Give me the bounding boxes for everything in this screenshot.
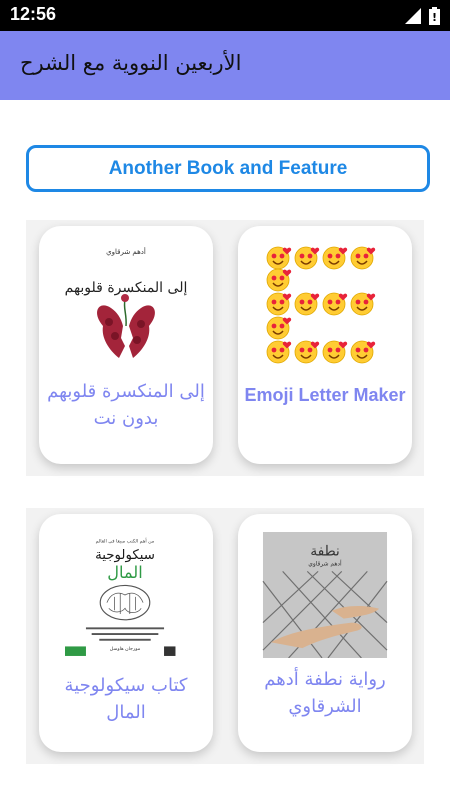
card-title: كتاب سيكولوجية المال	[64, 675, 188, 723]
app-title: الأربعين النووية مع الشرح	[20, 51, 242, 75]
status-bar: 12:56 !	[0, 0, 450, 31]
book-cover-nutfa: نطفة أدهم شرقاوي	[262, 532, 388, 658]
cover-author: مورجان هاوسل	[110, 646, 141, 652]
heart-eyes-emoji	[350, 340, 376, 364]
status-time: 12:56	[10, 4, 57, 24]
cover-author: أدهم شرقاوي	[106, 247, 146, 256]
heart-eyes-emoji	[266, 316, 292, 340]
cover-title: إلى المنكسرة قلوبهم	[65, 280, 188, 296]
cover-title: نطفة	[310, 544, 339, 560]
book-cover-broken-hearts: أدهم شرقاوي إلى المنكسرة قلوبهم	[63, 242, 189, 370]
book-cover-psychology-of-money: من أهم الكتب مبيعا في العالم سيكولوجية ا…	[65, 534, 185, 656]
svg-text:!: !	[432, 11, 437, 24]
card-title: رواية نطفة أدهم الشرقاوي	[264, 669, 386, 717]
heart-eyes-emoji	[322, 340, 348, 364]
heart-eyes-emoji	[266, 268, 292, 292]
card-broken-hearts-book[interactable]: أدهم شرقاوي إلى المنكسرة قلوبهم إلى المن…	[39, 226, 213, 464]
emoji-letter-e-image	[266, 246, 376, 364]
battery-icon: !	[429, 7, 440, 25]
heart-eyes-emoji	[322, 292, 348, 316]
another-book-and-feature-button[interactable]: Another Book and Feature	[26, 145, 430, 192]
card-psychology-of-money[interactable]: من أهم الكتب مبيعا في العالم سيكولوجية ا…	[39, 514, 213, 752]
cover-title-2: المال	[107, 563, 142, 582]
heart-eyes-emoji	[294, 292, 320, 316]
cover-title-1: سيكولوجية	[95, 548, 155, 563]
card-emoji-letter-maker[interactable]: Emoji Letter Maker	[238, 226, 412, 464]
cover-author: أدهم شرقاوي	[308, 559, 342, 567]
heart-eyes-emoji	[294, 340, 320, 364]
card-title: Emoji Letter Maker	[244, 385, 406, 405]
heart-eyes-emoji	[266, 292, 292, 316]
feature-button-label: Another Book and Feature	[108, 157, 348, 179]
heart-eyes-emoji	[266, 246, 292, 270]
card-title: إلى المنكسرة قلوبهم بدون نت	[47, 381, 205, 429]
heart-eyes-emoji	[322, 246, 348, 270]
heart-eyes-emoji	[350, 246, 376, 270]
heart-eyes-emoji	[350, 292, 376, 316]
signal-icon	[405, 8, 421, 24]
heart-eyes-emoji	[294, 246, 320, 270]
status-icons: !	[405, 7, 440, 25]
heart-eyes-emoji	[266, 340, 292, 364]
app-bar: الأربعين النووية مع الشرح	[0, 31, 450, 100]
card-nutfa-novel[interactable]: نطفة أدهم شرقاوي رواية نطفة أدهم الشرقاو…	[238, 514, 412, 752]
